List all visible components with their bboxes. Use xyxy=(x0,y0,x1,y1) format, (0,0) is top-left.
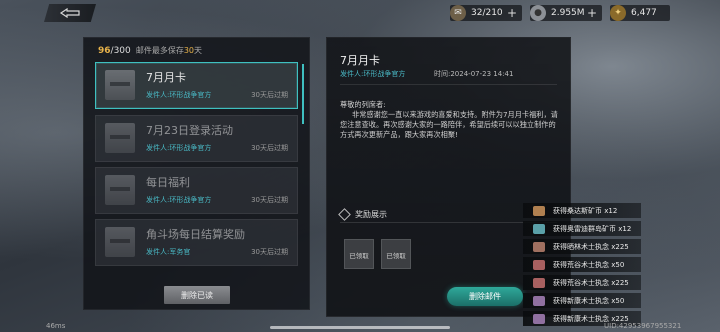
chest-icon xyxy=(105,70,135,100)
mail-note-prefix: 邮件最多保存 xyxy=(135,46,184,55)
back-arrow-icon xyxy=(59,8,80,18)
item-icon xyxy=(533,205,545,216)
mail-title: 7月月卡 xyxy=(146,71,186,84)
mail-sender: 发件人:环形战争官方 xyxy=(146,91,212,99)
mail-title: 每日福利 xyxy=(146,176,190,189)
mail-expire: 30天后过期 xyxy=(251,248,288,256)
mail-title: 角斗场每日结算奖励 xyxy=(146,228,245,241)
mail-count-current: 96 xyxy=(98,46,111,56)
item-icon xyxy=(533,223,545,234)
notification-text: 获得新康术士执念 x50 xyxy=(553,296,625,305)
reward-notification: 获得荒谷术士执念 x50 xyxy=(523,257,641,272)
gold-feather-icon: ✦ xyxy=(610,5,626,21)
mail-count: 96/300 邮件最多保存30天 xyxy=(98,45,202,56)
resource-stamina-value: 32/210 xyxy=(471,8,503,18)
reward-notification: 获得桑达斯矿币 x12 xyxy=(523,203,641,218)
chest-icon xyxy=(105,123,135,153)
item-icon xyxy=(533,277,545,288)
mail-item[interactable]: 7月23日登录活动 发件人:环形战争官方 30天后过期 xyxy=(95,115,298,162)
detail-title: 7月月卡 xyxy=(340,54,380,67)
scroll-icon: ✉ xyxy=(450,5,466,21)
reward-item[interactable]: 已领取 xyxy=(381,239,411,269)
detail-sender: 发件人:环形战争官方 xyxy=(340,70,406,78)
chest-icon xyxy=(105,175,135,205)
detail-time: 时间:2024-07-23 14:41 xyxy=(434,70,514,78)
mail-item[interactable]: 每日福利 发件人:环形战争官方 30天后过期 xyxy=(95,167,298,214)
reward-notification: 获得奥雷迪群岛矿币 x12 xyxy=(523,221,641,236)
resource-silver: ● 2.955M + xyxy=(530,5,602,21)
home-indicator xyxy=(270,326,450,329)
reward-notification: 获得晒林术士执念 x225 xyxy=(523,239,641,254)
mail-note-suffix: 天 xyxy=(194,46,203,55)
mail-item[interactable]: 7月月卡 发件人:环形战争官方 30天后过期 xyxy=(95,62,298,109)
notification-text: 获得桑达斯矿币 x12 xyxy=(553,206,618,215)
notification-text: 获得荒谷术士执念 x50 xyxy=(553,260,625,269)
add-silver-button[interactable]: + xyxy=(587,6,597,20)
silver-coin-icon: ● xyxy=(530,5,546,21)
reward-claimed-label: 已领取 xyxy=(349,252,369,260)
mail-list-scrollbar[interactable] xyxy=(302,64,304,124)
item-icon xyxy=(533,295,545,306)
item-icon xyxy=(533,241,545,252)
mail-list-panel: 96/300 邮件最多保存30天 7月月卡 发件人:环形战争官方 30天后过期 … xyxy=(83,37,310,310)
detail-greeting: 尊敬的列席者: xyxy=(340,100,386,109)
detail-body-text: 非常感谢您一直以来游戏的喜爱和支持。附件为7月月卡福利，请您注意查收。再次感谢大… xyxy=(340,110,558,139)
ping-readout: 46ms xyxy=(46,322,66,330)
notification-text: 获得荒谷术士执念 x225 xyxy=(553,278,629,287)
mail-item[interactable]: 角斗场每日结算奖励 发件人:军务官 30天后过期 xyxy=(95,219,298,266)
notification-text: 获得晒林术士执念 x225 xyxy=(553,242,629,251)
reward-notification: 获得新康术士执念 x50 xyxy=(523,293,641,308)
delete-mail-button[interactable]: 删除邮件 xyxy=(447,287,523,306)
mail-expire: 30天后过期 xyxy=(251,144,288,152)
diamond-icon xyxy=(338,208,351,221)
reward-notification: 获得荒谷术士执念 x225 xyxy=(523,275,641,290)
mail-expire: 30天后过期 xyxy=(251,196,288,204)
resource-silver-value: 2.955M xyxy=(551,8,585,18)
mail-title: 7月23日登录活动 xyxy=(146,124,233,137)
back-button[interactable] xyxy=(44,4,96,22)
detail-body: 尊敬的列席者: 非常感谢您一直以来游戏的喜爱和支持。附件为7月月卡福利，请您注意… xyxy=(340,100,558,140)
rewards-title: 奖励展示 xyxy=(355,210,387,219)
mail-expire: 30天后过期 xyxy=(251,91,288,99)
add-stamina-button[interactable]: + xyxy=(507,6,517,20)
delete-read-button[interactable]: 删除已读 xyxy=(164,286,230,304)
chest-icon xyxy=(105,227,135,257)
mail-sender: 发件人:环形战争官方 xyxy=(146,196,212,204)
item-icon xyxy=(533,313,545,324)
mail-count-total: /300 xyxy=(110,46,131,56)
item-icon xyxy=(533,259,545,270)
reward-claimed-label: 已领取 xyxy=(386,252,406,260)
mail-note-days: 30 xyxy=(183,46,195,55)
mail-sender: 发件人:军务官 xyxy=(146,248,191,256)
uid-readout: UID:42953967955321 xyxy=(604,322,682,330)
resource-gold: ✦ 6,477 xyxy=(610,5,670,21)
rewards-header: 奖励展示 xyxy=(338,208,387,221)
mail-sender: 发件人:环形战争官方 xyxy=(146,144,212,152)
reward-item[interactable]: 已领取 xyxy=(344,239,374,269)
divider xyxy=(340,84,557,85)
resource-gold-value: 6,477 xyxy=(631,8,657,18)
notification-text: 获得奥雷迪群岛矿币 x12 xyxy=(553,224,632,233)
resource-stamina: ✉ 32/210 + xyxy=(450,5,522,21)
